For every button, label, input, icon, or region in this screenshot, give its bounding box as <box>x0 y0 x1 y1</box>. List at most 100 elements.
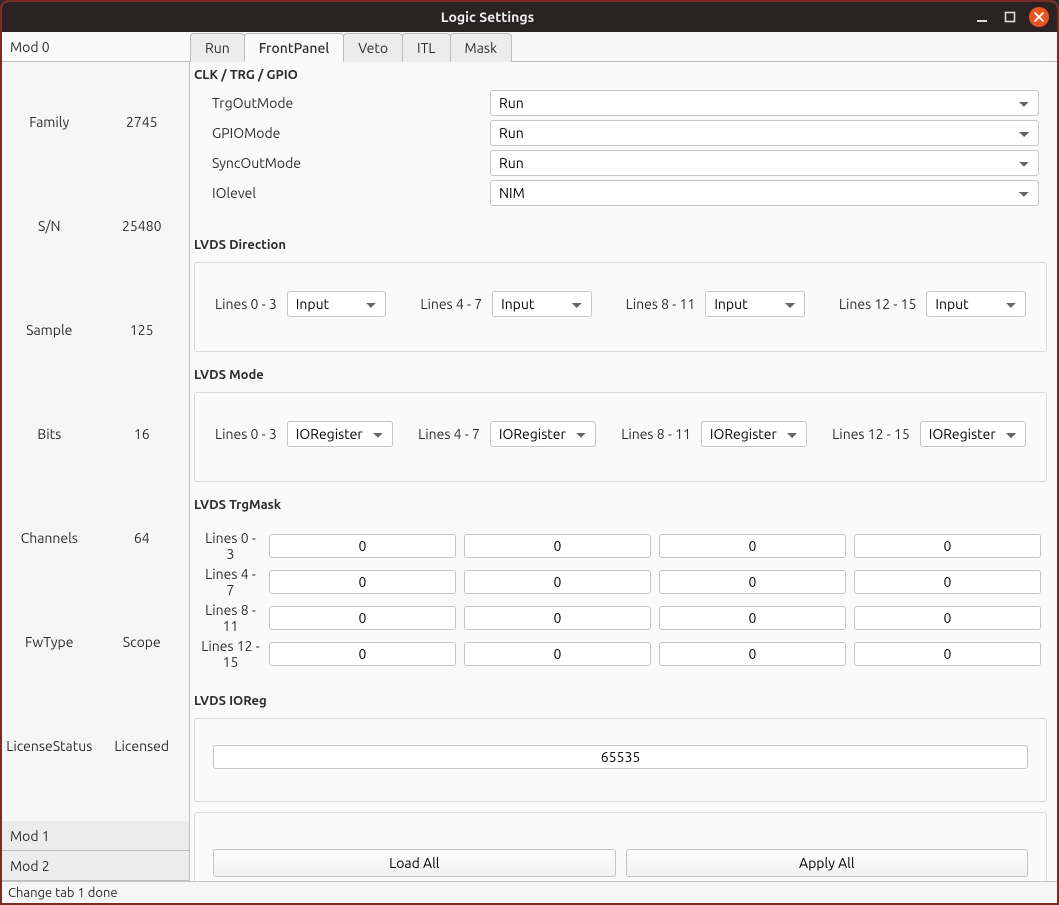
lvdsmode-3-label: Lines 12 - 15 <box>832 426 910 442</box>
lvds-ioreg-input[interactable] <box>213 745 1028 769</box>
lvds-trgmask-title: LVDS TrgMask <box>190 492 1057 516</box>
lvdsmode-0-label: Lines 0 - 3 <box>215 426 277 442</box>
trgmask-2-3[interactable] <box>854 606 1041 630</box>
info-bits-value: 16 <box>96 426 189 442</box>
clk-section-title: CLK / TRG / GPIO <box>190 62 1057 86</box>
trgmask-3-0[interactable] <box>269 642 456 666</box>
trgmask-1-2[interactable] <box>659 570 846 594</box>
client-area: Mod 0 Family 2745 S/N 25480 Sample 125 B… <box>2 32 1057 903</box>
main-panel: Run FrontPanel Veto ITL Mask CLK / TRG /… <box>190 32 1057 881</box>
trgmask-1-0[interactable] <box>269 570 456 594</box>
mod-tab-2[interactable]: Mod 2 <box>2 851 189 881</box>
lvdsdir-0-select[interactable]: Input <box>287 291 387 317</box>
lvds-ioreg-group <box>194 718 1047 802</box>
tab-label: Run <box>205 40 230 56</box>
window-controls <box>973 7 1057 27</box>
trgmask-row1-label: Lines 4 - 7 <box>200 566 261 598</box>
lvds-direction-title: LVDS Direction <box>190 232 1057 256</box>
trgmask-1-3[interactable] <box>854 570 1041 594</box>
info-sn-label: S/N <box>3 218 96 234</box>
titlebar: Logic Settings <box>2 2 1057 32</box>
lvds-mode-group: Lines 0 - 3 IORegister Lines 4 - 7 IOReg… <box>194 392 1047 482</box>
syncoutmode-select[interactable]: Run <box>490 150 1039 176</box>
mod-tab-label: Mod 2 <box>10 858 50 874</box>
trgmask-0-0[interactable] <box>269 534 456 558</box>
clk-section: TrgOutMode Run GPIOMode Run SyncOutMode … <box>194 90 1047 222</box>
minimize-button[interactable] <box>973 8 991 26</box>
frontpanel-content: CLK / TRG / GPIO TrgOutMode Run GPIOMode… <box>190 62 1057 881</box>
module-sidebar: Family 2745 S/N 25480 Sample 125 Bits 16… <box>2 62 189 821</box>
trgoutmode-select[interactable]: Run <box>490 90 1039 116</box>
lvdsmode-0-select[interactable]: IORegister <box>287 421 393 447</box>
gpiomode-label: GPIOMode <box>202 125 482 141</box>
trgmask-0-1[interactable] <box>464 534 651 558</box>
tab-mask[interactable]: Mask <box>450 33 513 62</box>
iolevel-label: IOlevel <box>202 185 482 201</box>
mod-tab-1[interactable]: Mod 1 <box>2 821 189 851</box>
trgmask-2-2[interactable] <box>659 606 846 630</box>
trgmask-2-1[interactable] <box>464 606 651 630</box>
lvdsmode-2-label: Lines 8 - 11 <box>621 426 691 442</box>
status-text: Change tab 1 done <box>8 886 118 900</box>
tab-frontpanel[interactable]: FrontPanel <box>244 33 345 62</box>
iolevel-select[interactable]: NIM <box>490 180 1039 206</box>
info-license-value: Licensed <box>96 738 189 754</box>
info-bits-label: Bits <box>3 426 96 442</box>
gpiomode-select[interactable]: Run <box>490 120 1039 146</box>
tab-label: Mask <box>465 40 498 56</box>
status-bar: Change tab 1 done <box>2 881 1057 903</box>
info-channels-value: 64 <box>96 530 189 546</box>
apply-all-button[interactable]: Apply All <box>626 849 1029 877</box>
tab-label: ITL <box>417 40 436 56</box>
lvdsdir-1-select[interactable]: Input <box>492 291 592 317</box>
info-family-label: Family <box>3 114 96 130</box>
trgmask-row0-label: Lines 0 - 3 <box>200 530 261 562</box>
tab-run[interactable]: Run <box>190 33 245 62</box>
mod-tab-0[interactable]: Mod 0 <box>2 32 189 62</box>
info-channels-label: Channels <box>3 530 96 546</box>
lvdsdir-2-label: Lines 8 - 11 <box>626 296 696 312</box>
lvdsmode-1-label: Lines 4 - 7 <box>418 426 480 442</box>
lvdsdir-0-label: Lines 0 - 3 <box>215 296 277 312</box>
trgmask-3-1[interactable] <box>464 642 651 666</box>
mod-tab-label: Mod 0 <box>10 39 50 55</box>
lvdsdir-3-label: Lines 12 - 15 <box>839 296 917 312</box>
lvdsdir-2-select[interactable]: Input <box>705 291 805 317</box>
lvdsmode-2-select[interactable]: IORegister <box>701 421 807 447</box>
trgmask-row2-label: Lines 8 - 11 <box>200 602 261 634</box>
info-sn-value: 25480 <box>96 218 189 234</box>
lvdsdir-1-label: Lines 4 - 7 <box>420 296 482 312</box>
lvds-ioreg-title: LVDS IOReg <box>190 688 1057 712</box>
info-fwtype-label: FwType <box>3 634 96 650</box>
action-buttons-group: Load All Apply All <box>194 812 1047 881</box>
top-tabs: Run FrontPanel Veto ITL Mask <box>190 32 1057 62</box>
window-title: Logic Settings <box>2 9 973 25</box>
app-window: Logic Settings Mod 0 Family <box>0 0 1059 905</box>
trgmask-1-1[interactable] <box>464 570 651 594</box>
lvds-trgmask-group: Lines 0 - 3 Lines 4 - 7 <box>194 522 1047 678</box>
module-tabs: Mod 0 Family 2745 S/N 25480 Sample 125 B… <box>2 32 190 881</box>
mod-tab-label: Mod 1 <box>10 828 50 844</box>
load-all-button[interactable]: Load All <box>213 849 616 877</box>
info-family-value: 2745 <box>96 114 189 130</box>
info-sample-label: Sample <box>3 322 96 338</box>
maximize-button[interactable] <box>1001 8 1019 26</box>
trgmask-2-0[interactable] <box>269 606 456 630</box>
trgoutmode-label: TrgOutMode <box>202 95 482 111</box>
trgmask-3-2[interactable] <box>659 642 846 666</box>
lvds-mode-title: LVDS Mode <box>190 362 1057 386</box>
tab-itl[interactable]: ITL <box>402 33 451 62</box>
tab-veto[interactable]: Veto <box>343 33 403 62</box>
lvds-direction-group: Lines 0 - 3 Input Lines 4 - 7 Input Line… <box>194 262 1047 352</box>
lvdsmode-3-select[interactable]: IORegister <box>920 421 1026 447</box>
lvdsdir-3-select[interactable]: Input <box>926 291 1026 317</box>
trgmask-0-3[interactable] <box>854 534 1041 558</box>
trgmask-row3-label: Lines 12 - 15 <box>200 638 261 670</box>
close-button[interactable] <box>1029 7 1049 27</box>
lvdsmode-1-select[interactable]: IORegister <box>490 421 596 447</box>
syncoutmode-label: SyncOutMode <box>202 155 482 171</box>
info-sample-value: 125 <box>96 322 189 338</box>
trgmask-3-3[interactable] <box>854 642 1041 666</box>
trgmask-0-2[interactable] <box>659 534 846 558</box>
module-info: Family 2745 S/N 25480 Sample 125 Bits 16… <box>2 106 189 762</box>
